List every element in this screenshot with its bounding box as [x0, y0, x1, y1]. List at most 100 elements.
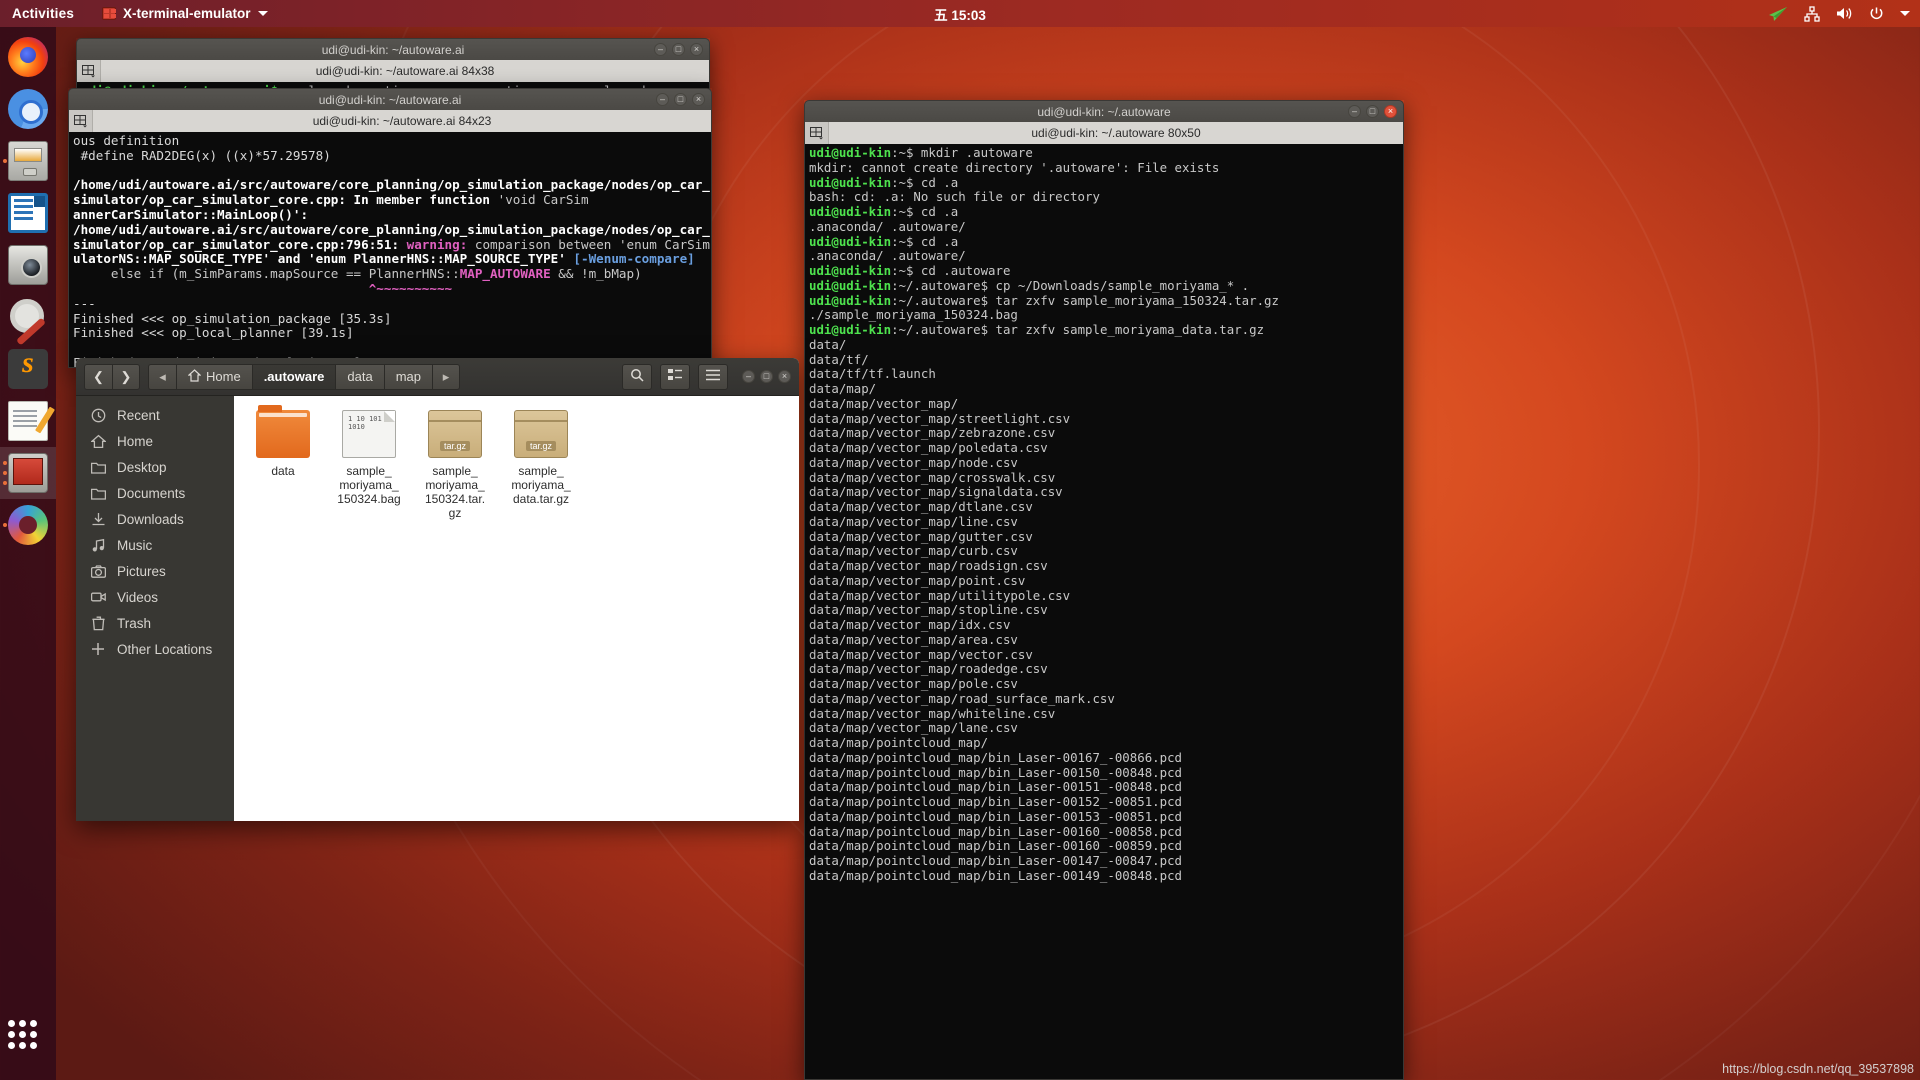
network-icon[interactable] [1804, 5, 1820, 22]
document-icon: 1 10 101 1010 [342, 410, 396, 458]
firefox-icon [8, 37, 48, 77]
file-manager-window-controls[interactable]: – □ × [742, 370, 791, 383]
dock-item-camera[interactable] [0, 239, 56, 291]
dock-item-firefox[interactable] [0, 31, 56, 83]
close-button[interactable]: × [778, 370, 791, 383]
close-button[interactable]: × [690, 43, 703, 56]
window-2-terminal-body[interactable]: ous definition #define RAD2DEG(x) ((x)*5… [68, 132, 712, 368]
minimize-button[interactable]: – [742, 370, 755, 383]
clock-button[interactable]: 五 15:03 [934, 4, 986, 24]
tab-list-menu-icon[interactable] [69, 110, 93, 132]
window-3-tab-label[interactable]: udi@udi-kin: ~/.autoware 80x50 [829, 126, 1403, 140]
sublime-text-icon [8, 346, 48, 389]
navigation-buttons[interactable]: ❮ ❯ [84, 363, 140, 390]
view-options-button[interactable] [660, 363, 690, 390]
chevron-down-icon[interactable] [1900, 11, 1910, 16]
window-3-titlebar[interactable]: udi@udi-kin: ~/.autoware – □ × [804, 100, 1404, 122]
maximize-button[interactable]: □ [1366, 105, 1379, 118]
sidebar-item-downloads[interactable]: Downloads [76, 506, 234, 532]
sidebar-item-recent[interactable]: Recent [76, 402, 234, 428]
documents-folder-icon [90, 485, 106, 501]
shell-command: cd .a [913, 204, 959, 219]
breadcrumb-item-home[interactable]: Home [176, 363, 252, 390]
volume-icon[interactable] [1836, 6, 1853, 21]
window-3-controls[interactable]: – □ × [1348, 105, 1397, 118]
window-2-tab-label[interactable]: udi@udi-kin: ~/autoware.ai 84x23 [93, 114, 711, 128]
dock-item-files[interactable] [0, 135, 56, 187]
sidebar-item-trash[interactable]: Trash [76, 610, 234, 636]
window-3-terminal-body[interactable]: udi@udi-kin:~$ mkdir .autoware mkdir: can… [804, 144, 1404, 1080]
sidebar-item-documents[interactable]: Documents [76, 480, 234, 506]
sidebar-item-videos[interactable]: Videos [76, 584, 234, 610]
terminal-window-2[interactable]: udi@udi-kin: ~/autoware.ai – □ × udi@udi… [68, 88, 712, 368]
forward-button[interactable]: ❯ [112, 363, 140, 390]
close-button[interactable]: × [1384, 105, 1397, 118]
sidebar-item-label: Desktop [117, 459, 167, 475]
file-item-targz-150324[interactable]: tar.gz sample_ moriyama_ 150324.tar. gz [416, 410, 494, 520]
window-1-controls[interactable]: – □ × [654, 43, 703, 56]
app-menu-label: X-terminal-emulator [123, 6, 251, 21]
file-item-targz-data[interactable]: tar.gz sample_ moriyama_ data.tar.gz [502, 410, 580, 520]
camera-icon [90, 563, 106, 579]
dock-item-settings[interactable] [0, 291, 56, 343]
term-line: data/map/pointcloud_map/bin_Laser-00149_… [809, 867, 1182, 883]
minimize-button[interactable]: – [654, 43, 667, 56]
sidebar-item-home[interactable]: Home [76, 428, 234, 454]
dock-item-terminal[interactable] [0, 447, 56, 499]
tab-list-menu-icon[interactable] [77, 60, 101, 82]
sidebar-item-label: Videos [117, 589, 159, 605]
top-bar: Activities X-terminal-emulator 五 15:03 [0, 0, 1920, 27]
maximize-button[interactable]: □ [674, 93, 687, 106]
back-button[interactable]: ❮ [84, 363, 112, 390]
main-menu-button[interactable] [698, 363, 728, 390]
sidebar-item-desktop[interactable]: Desktop [76, 454, 234, 480]
minimize-button[interactable]: – [1348, 105, 1361, 118]
dock-item-color-wheel[interactable] [0, 499, 56, 551]
dock-item-sublime[interactable] [0, 343, 56, 395]
terminal-window-3[interactable]: udi@udi-kin: ~/.autoware – □ × udi@udi-k… [804, 100, 1404, 1080]
terminal-window-1[interactable]: udi@udi-kin: ~/autoware.ai – □ × udi@udi… [76, 38, 710, 96]
dock-item-text-editor[interactable] [0, 395, 56, 447]
sidebar-item-music[interactable]: Music [76, 532, 234, 558]
dock [0, 27, 56, 1080]
breadcrumb-item-data[interactable]: data [335, 363, 384, 390]
window-1-tab-label[interactable]: udi@udi-kin: ~/autoware.ai 84x38 [101, 64, 709, 78]
term-line: data/map/pointcloud_map/bin_Laser-00153_… [809, 808, 1182, 824]
window-1-titlebar[interactable]: udi@udi-kin: ~/autoware.ai – □ × [76, 38, 710, 60]
term-frag: 'void CarSim [497, 192, 589, 208]
breadcrumb-scroll-left[interactable]: ◂ [148, 363, 176, 390]
breadcrumb-item-autoware[interactable]: .autoware [251, 363, 336, 390]
telegram-icon[interactable] [1768, 6, 1788, 22]
sidebar-item-other-locations[interactable]: Other Locations [76, 636, 234, 662]
breadcrumb[interactable]: ◂ Home .autoware data map ▸ [148, 363, 460, 390]
term-line: data/map/pointcloud_map/bin_Laser-00147_… [809, 853, 1182, 868]
sidebar-item-pictures[interactable]: Pictures [76, 558, 234, 584]
show-applications-button[interactable] [0, 1014, 56, 1066]
system-status-area[interactable] [1768, 5, 1910, 22]
tab-list-menu-icon[interactable] [805, 122, 829, 144]
file-item-data[interactable]: data [244, 405, 322, 520]
window-2-controls[interactable]: – □ × [656, 93, 705, 106]
window-2-tabbar[interactable]: udi@udi-kin: ~/autoware.ai 84x23 [68, 110, 712, 132]
maximize-button[interactable]: □ [672, 43, 685, 56]
file-item-bag[interactable]: 1 10 101 1010 sample_ moriyama_ 150324.b… [330, 410, 408, 520]
dock-item-writer[interactable] [0, 187, 56, 239]
term-line: udi@udi-kin:~/.autoware$ cp ~/Downloads/… [809, 278, 1399, 294]
window-1-tabbar[interactable]: udi@udi-kin: ~/autoware.ai 84x38 [76, 60, 710, 82]
minimize-button[interactable]: – [656, 93, 669, 106]
trash-icon [90, 615, 106, 631]
breadcrumb-item-map[interactable]: map [383, 363, 432, 390]
app-menu-button[interactable]: X-terminal-emulator [102, 6, 268, 21]
window-3-tabbar[interactable]: udi@udi-kin: ~/.autoware 80x50 [804, 122, 1404, 144]
close-button[interactable]: × [692, 93, 705, 106]
window-2-titlebar[interactable]: udi@udi-kin: ~/autoware.ai – □ × [68, 88, 712, 110]
maximize-button[interactable]: □ [760, 370, 773, 383]
clock-icon [90, 407, 106, 423]
power-icon[interactable] [1869, 6, 1884, 21]
search-button[interactable] [622, 363, 652, 390]
activities-button[interactable]: Activities [12, 6, 74, 21]
file-manager-content[interactable]: data 1 10 101 1010 sample_ moriyama_ 150… [234, 396, 799, 821]
file-manager-window[interactable]: ❮ ❯ ◂ Home .autoware data map ▸ – □ × Re… [76, 358, 799, 821]
dock-item-chromium[interactable] [0, 83, 56, 135]
breadcrumb-scroll-right[interactable]: ▸ [431, 363, 460, 390]
